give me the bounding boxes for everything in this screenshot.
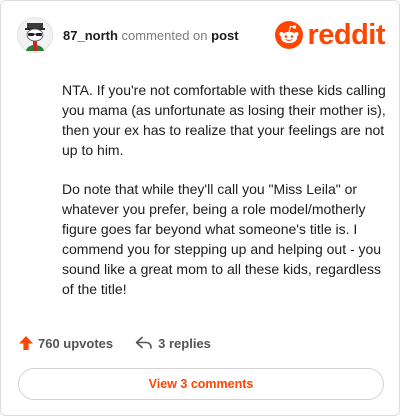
reddit-wordmark: reddit [307,18,385,51]
reply-button[interactable]: 3 replies [135,336,211,351]
upvote-button[interactable]: 760 upvotes [18,335,113,351]
reply-arrow-icon [135,336,152,349]
upvote-arrow-icon [19,336,33,350]
comment-card: 87_north commented on post reddit NTA. I… [0,0,400,416]
comment-paragraph: NTA. If you're not comfortable with thes… [62,82,386,158]
post-link[interactable]: post [211,28,238,43]
action-text: commented on [117,27,212,43]
reddit-logo[interactable]: reddit [275,18,385,51]
upvote-count: 760 upvotes [38,335,114,351]
comment-header: 87_north commented on post reddit [17,15,385,55]
reddit-alien-icon [275,21,304,49]
view-comments-button[interactable]: View 3 comments [18,368,384,400]
comment-actions: 760 upvotes 3 replies [18,332,211,354]
reply-count: 3 replies [158,335,211,351]
comment-meta: 87_north commented on post [63,28,239,43]
user-avatar-icon[interactable] [17,17,53,53]
comment-body: NTA. If you're not comfortable with thes… [62,80,392,318]
username-link[interactable]: 87_north [63,28,118,43]
comment-paragraph: Do note that while they'll call you "Mis… [62,181,382,297]
